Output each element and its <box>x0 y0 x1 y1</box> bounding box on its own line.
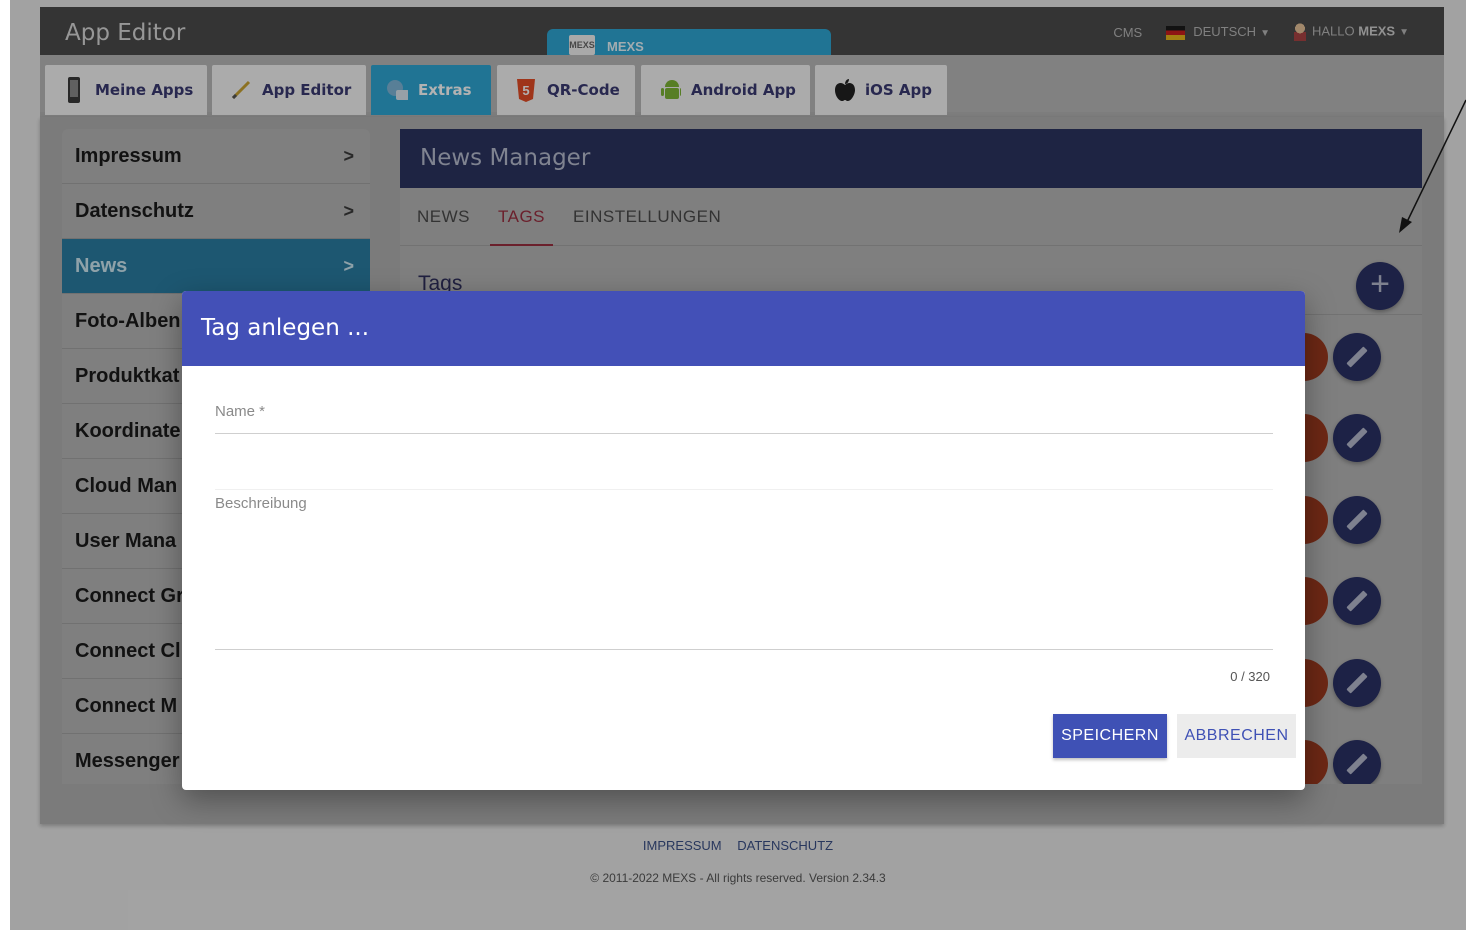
tag-create-dialog: Tag anlegen ... Name * Beschreibung 0 / … <box>182 291 1305 790</box>
character-counter: 0 / 320 <box>1230 669 1270 684</box>
page: App Editor MEXS MEXS CMS DEUTSCH ▼ HALLO … <box>10 0 1466 930</box>
name-field[interactable]: Name * <box>215 389 1273 434</box>
cancel-button[interactable]: ABBRECHEN <box>1177 714 1296 758</box>
dialog-title: Tag anlegen ... <box>182 291 1305 366</box>
description-field[interactable]: Beschreibung <box>215 489 1273 650</box>
description-field-label: Beschreibung <box>215 495 307 512</box>
save-button[interactable]: SPEICHERN <box>1053 714 1167 758</box>
name-field-label: Name * <box>215 403 266 420</box>
